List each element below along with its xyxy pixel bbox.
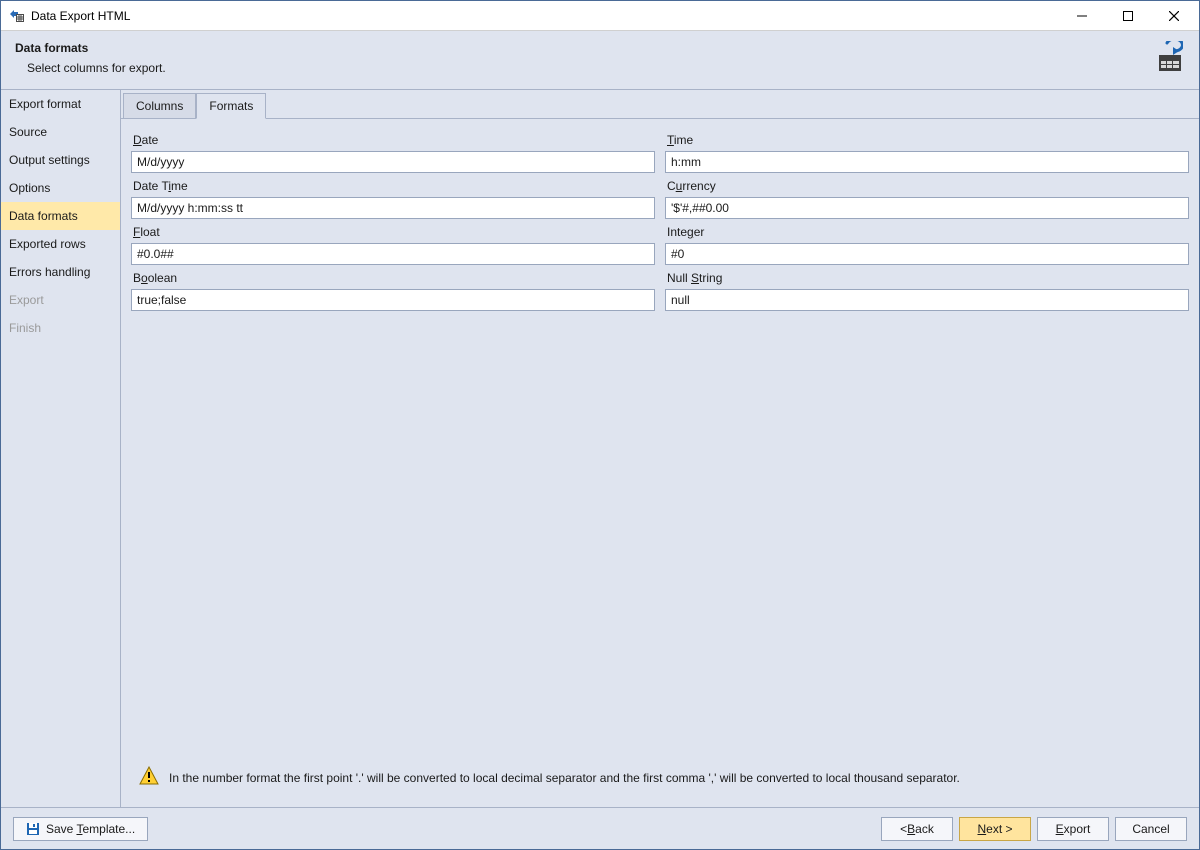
nav-options[interactable]: Options (1, 174, 120, 202)
input-date[interactable] (131, 151, 655, 173)
footer: Save Template... < Back Next > Export Ca… (1, 807, 1199, 849)
hint-text: In the number format the first point '.'… (169, 771, 960, 785)
content-area: Columns Formats Date Time Date Time Curr… (121, 90, 1199, 807)
page-title: Data formats (15, 41, 1185, 55)
export-wizard-icon (1149, 41, 1183, 73)
form-area: Date Time Date Time Currency Float Integ… (121, 119, 1199, 807)
maximize-button[interactable] (1105, 1, 1151, 31)
main-area: Export format Source Output settings Opt… (1, 90, 1199, 807)
label-time: Time (665, 129, 1189, 149)
window-controls (1059, 1, 1197, 31)
nav-output-settings[interactable]: Output settings (1, 146, 120, 174)
label-currency: Currency (665, 175, 1189, 195)
label-boolean: Boolean (131, 267, 655, 287)
input-currency[interactable] (665, 197, 1189, 219)
cancel-button[interactable]: Cancel (1115, 817, 1187, 841)
window-title: Data Export HTML (31, 9, 1059, 23)
minimize-button[interactable] (1059, 1, 1105, 31)
close-button[interactable] (1151, 1, 1197, 31)
label-float: Float (131, 221, 655, 241)
input-nullstring[interactable] (665, 289, 1189, 311)
input-time[interactable] (665, 151, 1189, 173)
input-boolean[interactable] (131, 289, 655, 311)
titlebar: Data Export HTML (1, 1, 1199, 31)
hint-row: In the number format the first point '.'… (131, 754, 1189, 807)
save-template-button[interactable]: Save Template... (13, 817, 148, 841)
page-subtitle: Select columns for export. (27, 61, 1185, 75)
input-datetime[interactable] (131, 197, 655, 219)
sidebar: Export format Source Output settings Opt… (1, 90, 121, 807)
label-integer: Integer (665, 221, 1189, 241)
back-button[interactable]: < Back (881, 817, 953, 841)
input-integer[interactable] (665, 243, 1189, 265)
nav-source[interactable]: Source (1, 118, 120, 146)
header-panel: Data formats Select columns for export. (1, 31, 1199, 90)
export-button[interactable]: Export (1037, 817, 1109, 841)
tab-columns[interactable]: Columns (123, 93, 196, 119)
warning-icon (139, 766, 159, 789)
nav-data-formats[interactable]: Data formats (1, 202, 120, 230)
tab-strip: Columns Formats (121, 90, 1199, 119)
nav-export-format[interactable]: Export format (1, 90, 120, 118)
nav-errors-handling[interactable]: Errors handling (1, 258, 120, 286)
save-template-label: Save Template... (46, 822, 135, 836)
label-datetime: Date Time (131, 175, 655, 195)
nav-exported-rows[interactable]: Exported rows (1, 230, 120, 258)
next-button[interactable]: Next > (959, 817, 1031, 841)
app-icon (9, 8, 25, 24)
label-nullstring: Null String (665, 267, 1189, 287)
form-grid: Date Time Date Time Currency Float Integ… (131, 129, 1189, 311)
nav-finish: Finish (1, 314, 120, 342)
nav-export: Export (1, 286, 120, 314)
label-date: Date (131, 129, 655, 149)
save-icon (26, 822, 40, 836)
tab-formats[interactable]: Formats (196, 93, 266, 119)
input-float[interactable] (131, 243, 655, 265)
